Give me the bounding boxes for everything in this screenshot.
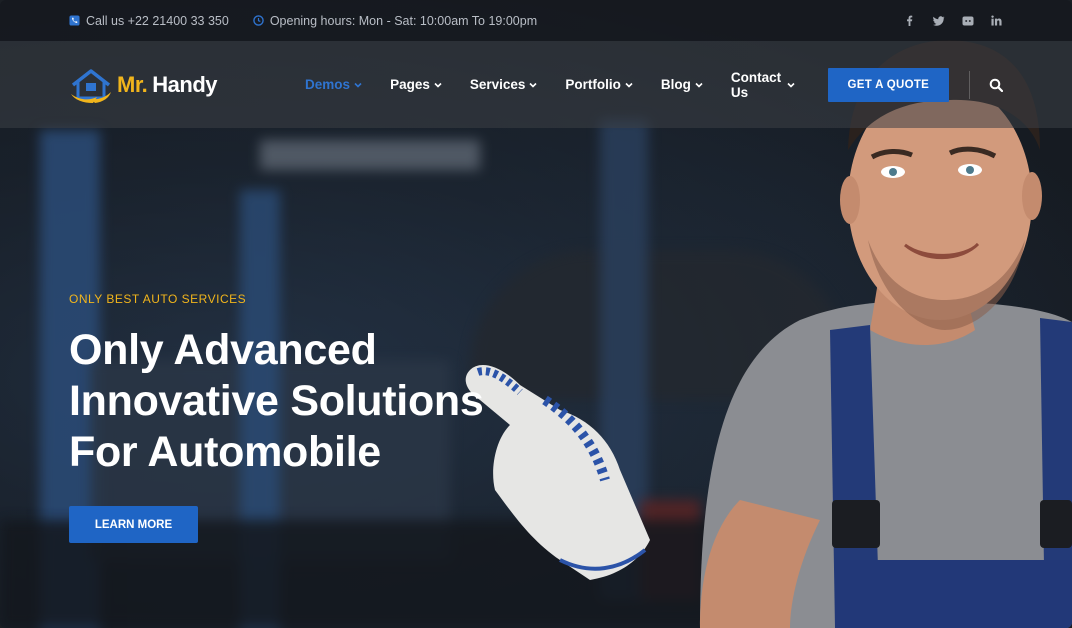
learn-more-button[interactable]: LEARN MORE — [69, 506, 198, 543]
search-icon[interactable] — [989, 78, 1003, 92]
get-a-quote-button[interactable]: GET A QUOTE — [827, 67, 950, 102]
chevron-down-icon — [354, 82, 362, 88]
logo-mr: Mr. — [117, 71, 148, 97]
hero-title-line-2: Innovative Solutions — [69, 377, 484, 425]
phone-text: Call us +22 21400 33 350 — [86, 13, 229, 28]
discord-icon[interactable] — [961, 14, 974, 27]
hero-eyebrow: ONLY BEST AUTO SERVICES — [69, 292, 247, 306]
header-divider — [969, 70, 970, 99]
nav-portfolio[interactable]: Portfolio — [565, 77, 633, 92]
social-links — [903, 14, 1003, 27]
hours-info: Opening hours: Mon - Sat: 10:00am To 19:… — [253, 14, 537, 28]
nav-blog[interactable]: Blog — [661, 77, 703, 92]
main-nav: Demos Pages Services Portfolio Blog Cont… — [305, 70, 823, 100]
main-header: Mr. Handy Demos Pages Services Portfolio… — [0, 41, 1072, 128]
chevron-down-icon — [625, 82, 633, 88]
top-bar: Call us +22 21400 33 350 Opening hours: … — [0, 0, 1072, 41]
chevron-down-icon — [787, 82, 795, 88]
hero-title: Only Advanced Innovative Solutions For A… — [69, 325, 529, 478]
house-logo-icon — [71, 68, 111, 103]
page: Call us +22 21400 33 350 Opening hours: … — [0, 0, 1072, 628]
hero-content: ONLY BEST AUTO SERVICES Only Advanced In… — [69, 292, 529, 543]
clock-icon — [253, 15, 264, 26]
nav-demos[interactable]: Demos — [305, 77, 362, 92]
linkedin-icon[interactable] — [990, 14, 1003, 27]
chevron-down-icon — [695, 82, 703, 88]
nav-contact-us[interactable]: Contact Us — [731, 70, 795, 100]
site-logo[interactable]: Mr. Handy — [69, 67, 218, 103]
phone-info[interactable]: Call us +22 21400 33 350 — [69, 14, 229, 28]
facebook-icon[interactable] — [903, 14, 916, 27]
phone-icon — [69, 15, 80, 26]
hours-text: Opening hours: Mon - Sat: 10:00am To 19:… — [269, 13, 538, 28]
hero-title-line-1: Only Advanced — [69, 326, 377, 374]
nav-pages[interactable]: Pages — [390, 77, 442, 92]
hero-title-line-3: For Automobile — [69, 428, 381, 476]
nav-services[interactable]: Services — [470, 77, 538, 92]
chevron-down-icon — [529, 82, 537, 88]
twitter-icon[interactable] — [932, 14, 945, 27]
chevron-down-icon — [434, 82, 442, 88]
logo-handy: Handy — [152, 71, 218, 97]
